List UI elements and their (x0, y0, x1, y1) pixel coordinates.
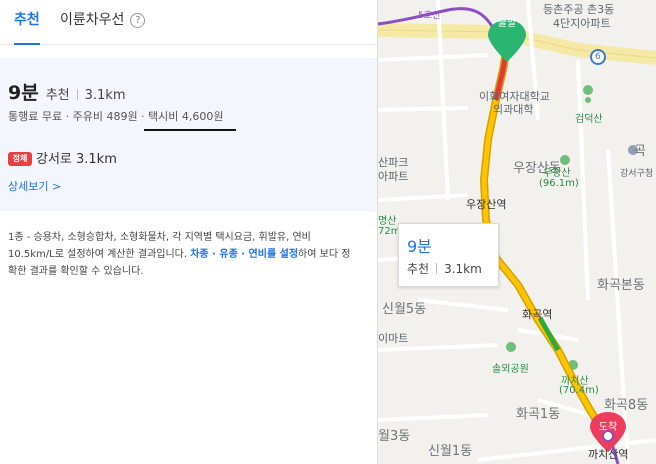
tab-motorcycle-label: 이륜차우선 (60, 12, 125, 28)
map-label: 아파트 (378, 170, 409, 183)
hwagok-station-label[interactable]: 화곡역 (522, 306, 552, 322)
map-label: (70.4m) (559, 385, 599, 396)
map-label: 명산 (378, 216, 397, 227)
route-tabs: 추천 이륜차우선? (0, 0, 377, 45)
congestion-badge: 정체 (8, 152, 32, 166)
map-label: 신월5동 (382, 302, 427, 317)
start-pin-label: 출발 (497, 18, 517, 29)
line5-label: 5호선 (418, 11, 441, 21)
map-label: 우장산 (543, 168, 571, 179)
route-info-bubble[interactable]: 9분 추천 3.1km (398, 223, 499, 287)
route-time: 9분 (8, 82, 39, 104)
kkachisan-station-label[interactable]: 까치산역 (588, 446, 628, 462)
map-label: 월3동 (378, 429, 411, 444)
ujangsan-station-label[interactable]: 우장산역 (466, 196, 506, 212)
detail-link[interactable]: 상세보기 > (8, 178, 61, 194)
map-label: 의과대학 (493, 103, 534, 116)
bubble-type: 추천 (407, 262, 430, 276)
map-label: 검덕산 (575, 114, 603, 125)
bubble-time: 9분 (407, 237, 432, 256)
bubble-detail: 추천 3.1km (407, 260, 482, 277)
route-costs: 통행료 무료 · 주유비 489원 · 택시비 4,600원 (8, 110, 224, 123)
map-label: 화곡본동 (597, 278, 645, 293)
end-pin-label: 도착 (598, 422, 618, 433)
route-type: 추천 (45, 88, 70, 103)
congested-road: 강서로 3.1km (36, 152, 117, 167)
map-view[interactable]: 출발 도착 5호선 등촌주공 촌3동 4단지아파트 6 이화여자대학교 의과대학… (378, 0, 656, 464)
congestion-row: 정체 강서로 3.1km (8, 148, 117, 167)
map-label: 신월1동 (428, 444, 473, 459)
divider (76, 89, 78, 100)
help-icon[interactable]: ? (130, 13, 146, 28)
divider (436, 263, 438, 274)
route-distance: 3.1km (84, 88, 126, 103)
map-label: 화곡1동 (516, 407, 561, 422)
taxi-fare-underline (144, 129, 236, 131)
map-label: 이마트 (378, 332, 409, 345)
route-panel: 추천 이륜차우선? 9분 추천 3.1km 통행료 무료 · 주유비 489원 · … (0, 0, 378, 464)
bubble-distance: 3.1km (444, 262, 482, 276)
tab-motorcycle-priority[interactable]: 이륜차우선? (60, 0, 146, 44)
map-label: 곡 (634, 144, 646, 159)
map-label: 화곡8동 (604, 398, 649, 413)
map-label: (96.1m) (539, 178, 579, 189)
map-label: 솔뫼공원 (492, 364, 529, 375)
road-number: 6 (595, 52, 601, 62)
tab-recommended[interactable]: 추천 (14, 0, 40, 45)
route-headline: 9분 추천 3.1km (8, 78, 126, 105)
calculation-note: 1종 - 승용차, 소형승합차, 소형화물차, 각 지역별 택시요금, 휘발유,… (8, 229, 358, 280)
map-label: 강서구청 (620, 169, 654, 179)
map-label: 4단지아파트 (553, 17, 611, 30)
vehicle-settings-link[interactable]: 차종 · 유종 · 연비를 설정 (190, 249, 298, 260)
